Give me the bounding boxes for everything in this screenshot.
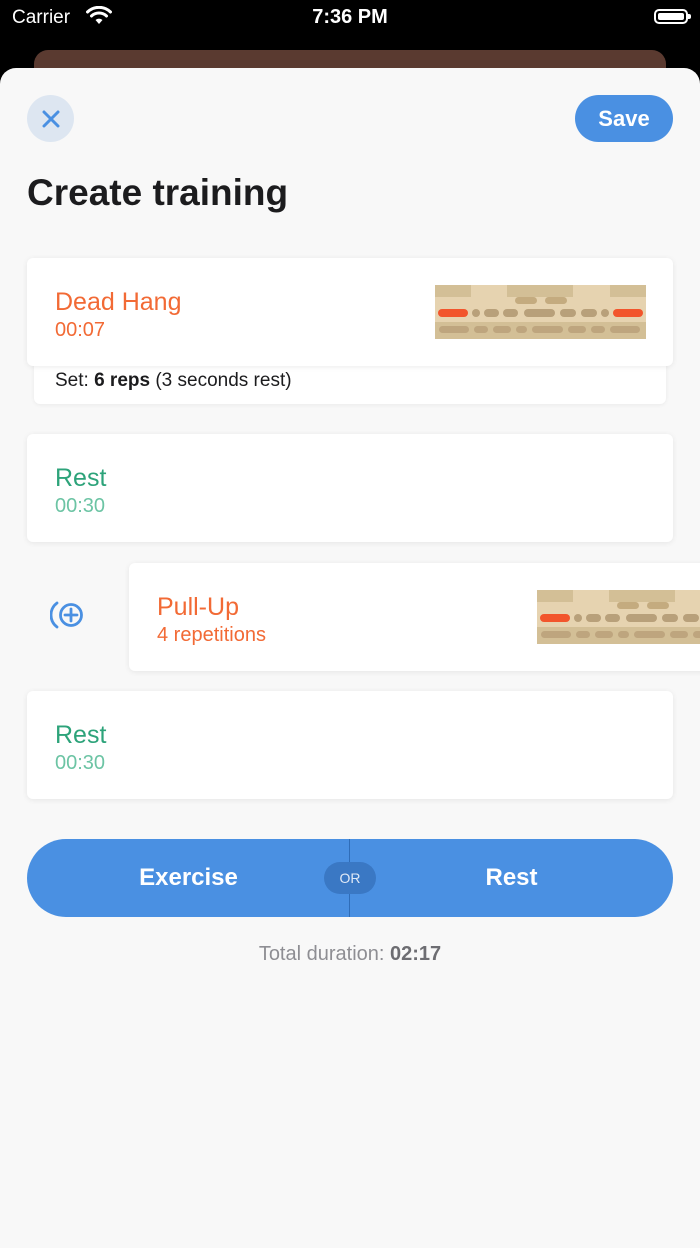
hangboard-icon: [435, 285, 646, 339]
total-duration-value: 02:17: [390, 943, 442, 965]
status-time: 7:36 PM: [312, 6, 388, 28]
rest-name: Rest: [55, 464, 107, 492]
add-circle-icon[interactable]: [50, 598, 86, 632]
close-icon: [42, 110, 59, 127]
page-title: Create training: [27, 172, 289, 213]
exercise-name: Pull-Up: [157, 593, 239, 621]
rest-card[interactable]: Rest 00:30: [27, 691, 673, 799]
add-item-control: Exercise Rest OR: [27, 839, 673, 917]
create-training-sheet: Save Create training Set: 6 reps (3 seco…: [0, 68, 700, 1248]
total-duration: Total duration: 02:17: [0, 943, 700, 966]
or-badge: OR: [324, 862, 376, 894]
add-exercise-button[interactable]: Exercise: [27, 839, 350, 917]
add-rest-button[interactable]: Rest: [350, 839, 673, 917]
rest-duration: 00:30: [55, 495, 106, 517]
rest-name: Rest: [55, 721, 107, 749]
set-info-text: Set: 6 reps (3 seconds rest): [55, 370, 292, 391]
rest-card[interactable]: Rest 00:30: [27, 434, 673, 542]
total-duration-label: Total duration:: [258, 943, 391, 965]
battery-icon: [654, 9, 691, 24]
exercise-card-pull-up[interactable]: Pull-Up 4 repetitions: [129, 563, 700, 671]
exercise-duration: 00:07: [55, 319, 106, 341]
save-button[interactable]: Save: [575, 95, 673, 142]
exercise-name: Dead Hang: [55, 288, 182, 316]
hangboard-icon: [537, 590, 700, 644]
exercise-card-dead-hang[interactable]: Dead Hang 00:07: [27, 258, 673, 366]
set-reps: 6 reps: [94, 370, 151, 391]
close-button[interactable]: [27, 95, 74, 142]
rest-duration: 00:30: [55, 752, 106, 774]
exercise-repetitions: 4 repetitions: [157, 624, 266, 646]
status-bar: Carrier 7:36 PM: [0, 0, 700, 40]
